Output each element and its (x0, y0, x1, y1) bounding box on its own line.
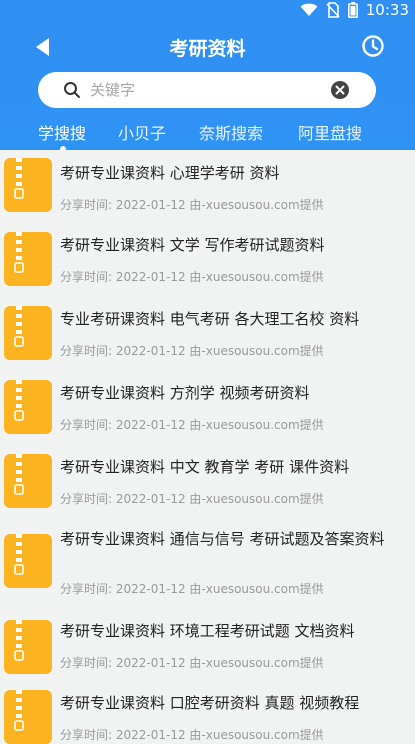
result-list: 考研专业课资料 心理学考研 资料 分享时间: 2022-01-12 由-xues… (0, 150, 415, 744)
zip-file-icon (4, 534, 52, 588)
result-title: 考研专业课资料 方剂学 视频考研资料 (60, 384, 310, 402)
result-title: 考研专业课资料 口腔考研资料 真题 视频教程 (60, 694, 360, 712)
result-meta: 分享时间: 2022-01-12 由-xuesousou.com提供 (60, 582, 324, 596)
result-item[interactable]: 考研专业课资料 文学 写作考研试题资料 分享时间: 2022-01-12 由-x… (0, 228, 415, 300)
zip-file-icon (4, 306, 52, 360)
result-title: 考研专业课资料 文学 写作考研试题资料 (60, 236, 325, 254)
history-button[interactable] (361, 34, 385, 58)
result-item[interactable]: 考研专业课资料 口腔考研资料 真题 视频教程 分享时间: 2022-01-12 … (0, 690, 415, 744)
zip-file-icon (4, 454, 52, 508)
search-icon (64, 82, 80, 98)
clear-search-button[interactable] (330, 80, 350, 100)
search-box (38, 72, 376, 108)
result-meta: 分享时间: 2022-01-12 由-xuesousou.com提供 (60, 270, 324, 284)
zip-file-icon (4, 158, 52, 212)
result-title: 考研专业课资料 环境工程考研试题 文档资料 (60, 622, 355, 640)
wifi-icon (300, 3, 318, 16)
app-header: 10:33 考研资料 学搜搜 小 (0, 0, 415, 152)
result-item[interactable]: 考研专业课资料 中文 教育学 考研 课件资料 分享时间: 2022-01-12 … (0, 450, 415, 524)
clock-icon (362, 35, 384, 57)
result-meta: 分享时间: 2022-01-12 由-xuesousou.com提供 (60, 728, 324, 742)
zip-file-icon (4, 232, 52, 286)
result-title: 考研专业课资料 中文 教育学 考研 课件资料 (60, 458, 350, 476)
result-item[interactable]: 考研专业课资料 心理学考研 资料 分享时间: 2022-01-12 由-xues… (0, 154, 415, 226)
result-meta: 分享时间: 2022-01-12 由-xuesousou.com提供 (60, 418, 324, 432)
title-bar: 考研资料 (0, 24, 415, 68)
tab-naisi-search[interactable]: 奈斯搜索 (199, 120, 263, 144)
status-bar: 10:33 (0, 0, 415, 20)
result-meta: 分享时间: 2022-01-12 由-xuesousou.com提供 (60, 656, 324, 670)
tab-xiaobeizi[interactable]: 小贝子 (118, 120, 166, 144)
result-meta: 分享时间: 2022-01-12 由-xuesousou.com提供 (60, 344, 324, 358)
result-title: 考研专业课资料 心理学考研 资料 (60, 164, 280, 182)
result-item[interactable]: 考研专业课资料 通信与信号 考研试题及答案资料 分享时间: 2022-01-12… (0, 526, 415, 614)
clear-icon (331, 81, 349, 99)
zip-file-icon (4, 380, 52, 434)
result-meta: 分享时间: 2022-01-12 由-xuesousou.com提供 (60, 492, 324, 506)
status-time: 10:33 (365, 1, 409, 19)
zip-file-icon (4, 620, 52, 674)
result-meta: 分享时间: 2022-01-12 由-xuesousou.com提供 (60, 198, 324, 212)
result-item[interactable]: 考研专业课资料 方剂学 视频考研资料 分享时间: 2022-01-12 由-xu… (0, 376, 415, 448)
source-tabs: 学搜搜 小贝子 奈斯搜索 阿里盘搜 (0, 120, 415, 146)
battery-icon (347, 2, 358, 18)
page-title: 考研资料 (169, 38, 246, 60)
result-item[interactable]: 考研专业课资料 环境工程考研试题 文档资料 分享时间: 2022-01-12 由… (0, 616, 415, 688)
tab-ali-pansou[interactable]: 阿里盘搜 (298, 120, 362, 144)
result-item[interactable]: 专业考研课资料 电气考研 各大理工名校 资料 分享时间: 2022-01-12 … (0, 302, 415, 374)
result-title: 考研专业课资料 通信与信号 考研试题及答案资料 (60, 530, 385, 548)
no-sim-icon (326, 2, 340, 18)
search-input[interactable] (90, 78, 340, 102)
result-title: 专业考研课资料 电气考研 各大理工名校 资料 (60, 310, 360, 328)
tab-xuesousou[interactable]: 学搜搜 (38, 120, 86, 144)
zip-file-icon (4, 690, 52, 744)
